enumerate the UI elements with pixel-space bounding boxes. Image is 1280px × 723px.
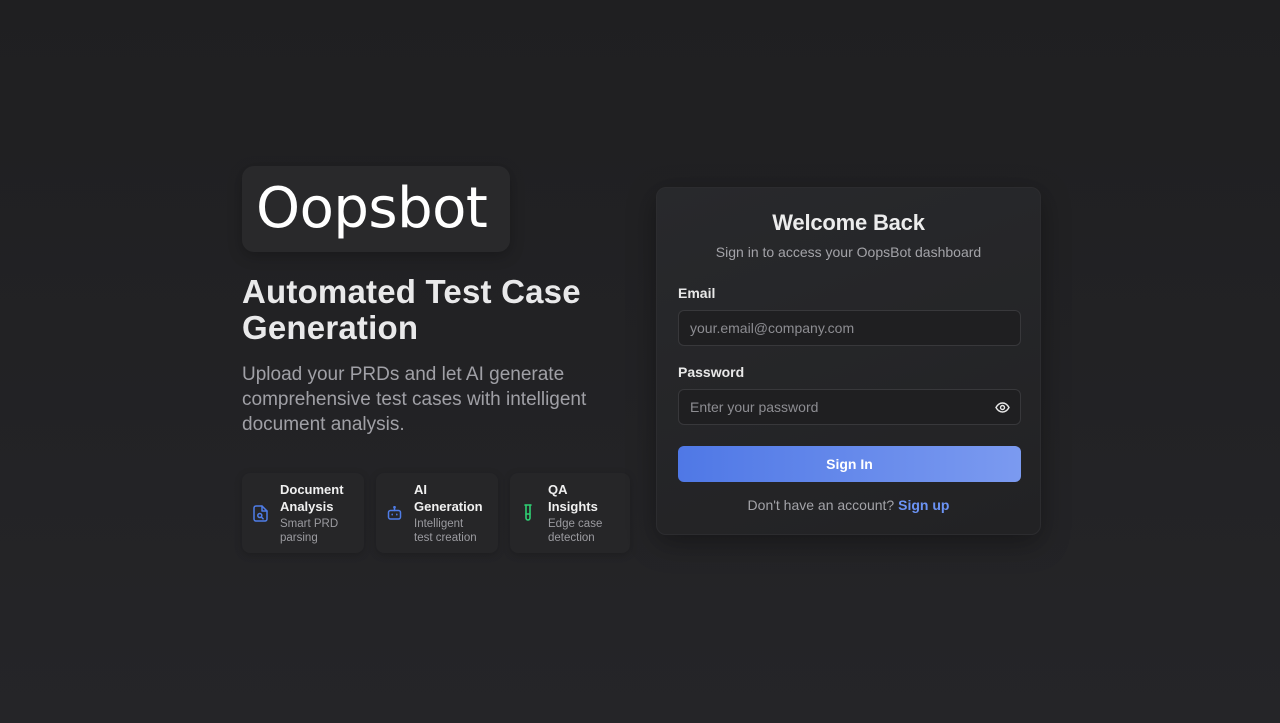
eye-icon[interactable] bbox=[994, 400, 1010, 414]
password-label: Password bbox=[678, 364, 745, 380]
feature-description: Edge case detection bbox=[548, 517, 603, 545]
hero-description: Upload your PRDs and let AI generate com… bbox=[242, 364, 587, 435]
feature-card-qa-insights: QA Insights Edge case detection bbox=[510, 473, 630, 553]
logo: Oopsbot bbox=[242, 166, 510, 252]
login-card: Welcome Back Sign in to access your Oops… bbox=[656, 187, 1041, 535]
signup-prompt: Don't have an account? Sign up bbox=[657, 497, 1040, 513]
feature-description: Intelligent test creation bbox=[414, 517, 477, 545]
feature-card-document-analysis: Document Analysis Smart PRD parsing bbox=[242, 473, 364, 553]
sign-in-button[interactable]: Sign In bbox=[678, 446, 1021, 482]
password-field[interactable] bbox=[678, 389, 1021, 425]
email-label: Email bbox=[678, 285, 716, 301]
hero-headline: Automated Test Case Generation bbox=[242, 273, 581, 346]
signup-prompt-text: Don't have an account? bbox=[747, 497, 895, 513]
login-page: Oopsbot Automated Test Case Generation U… bbox=[0, 0, 1280, 723]
document-search-icon bbox=[252, 504, 268, 522]
test-tube-icon bbox=[520, 504, 536, 522]
feature-list: Document Analysis Smart PRD parsing AI G… bbox=[242, 473, 632, 553]
feature-title: AI Generation bbox=[414, 481, 483, 515]
email-field[interactable] bbox=[678, 310, 1021, 346]
robot-icon bbox=[386, 504, 402, 522]
login-subtitle: Sign in to access your OopsBot dashboard bbox=[715, 244, 982, 260]
feature-title: QA Insights bbox=[548, 481, 598, 515]
login-title: Welcome Back bbox=[772, 210, 925, 235]
sign-up-link[interactable]: Sign up bbox=[898, 497, 949, 513]
feature-title: Document Analysis bbox=[280, 481, 344, 515]
logo-text: Oopsbot bbox=[256, 176, 488, 241]
feature-description: Smart PRD parsing bbox=[280, 517, 339, 545]
feature-card-ai-generation: AI Generation Intelligent test creation bbox=[376, 473, 498, 553]
hero-panel: Oopsbot Automated Test Case Generation U… bbox=[242, 166, 632, 553]
